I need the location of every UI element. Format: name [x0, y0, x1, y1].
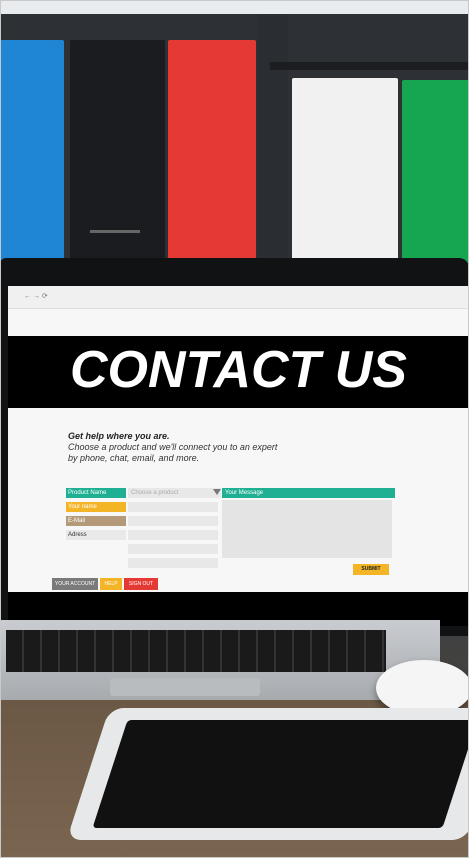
green-binder — [402, 80, 469, 263]
black-binder — [70, 40, 165, 265]
laptop-keyboard-deck — [0, 620, 440, 700]
sign-out-button[interactable]: SIGN OUT — [124, 578, 158, 590]
help-button[interactable]: HELP — [100, 578, 122, 590]
label-address: Adress — [66, 530, 126, 540]
help-text: Choose a product and we'll connect you t… — [68, 442, 278, 463]
chevron-down-icon[interactable] — [213, 489, 221, 495]
extra-field-1[interactable] — [128, 544, 218, 554]
laptop-screen: ← → ⟳ CONTACT US Get help where you are.… — [8, 286, 469, 626]
white-binder — [292, 78, 398, 263]
label-your-name: Your name — [66, 502, 126, 512]
nav-arrows-icon: ← → ⟳ — [24, 293, 48, 300]
name-field[interactable] — [128, 502, 218, 512]
submit-button[interactable]: SUBMIT — [353, 564, 389, 575]
label-email: E-Mail — [66, 516, 126, 526]
extra-field-2[interactable] — [128, 558, 218, 568]
shelf-divider — [258, 14, 288, 264]
address-field[interactable] — [128, 530, 218, 540]
hero-title: CONTACT US — [69, 341, 407, 399]
hero-banner: CONTACT US — [8, 336, 469, 408]
product-select[interactable]: Choose a product — [128, 488, 221, 498]
keyboard-keys — [6, 630, 386, 672]
your-account-button[interactable]: YOUR ACCOUNT — [52, 578, 98, 590]
blue-binder — [0, 40, 64, 265]
photo-scene: ← → ⟳ CONTACT US Get help where you are.… — [0, 0, 469, 858]
shelf-board — [270, 62, 469, 70]
message-label: Your Message — [222, 488, 395, 498]
laptop-lid: ← → ⟳ CONTACT US Get help where you are.… — [0, 258, 469, 636]
red-binder — [168, 40, 256, 265]
trackpad — [110, 678, 260, 696]
label-product-name: Product Name — [66, 488, 126, 498]
shelf-top — [0, 0, 469, 14]
message-textarea[interactable] — [222, 500, 392, 558]
tablet-screen — [92, 720, 469, 828]
browser-bar: ← → ⟳ — [8, 286, 469, 309]
email-field[interactable] — [128, 516, 218, 526]
help-heading: Get help where you are. — [68, 431, 170, 441]
tablet — [66, 708, 469, 840]
